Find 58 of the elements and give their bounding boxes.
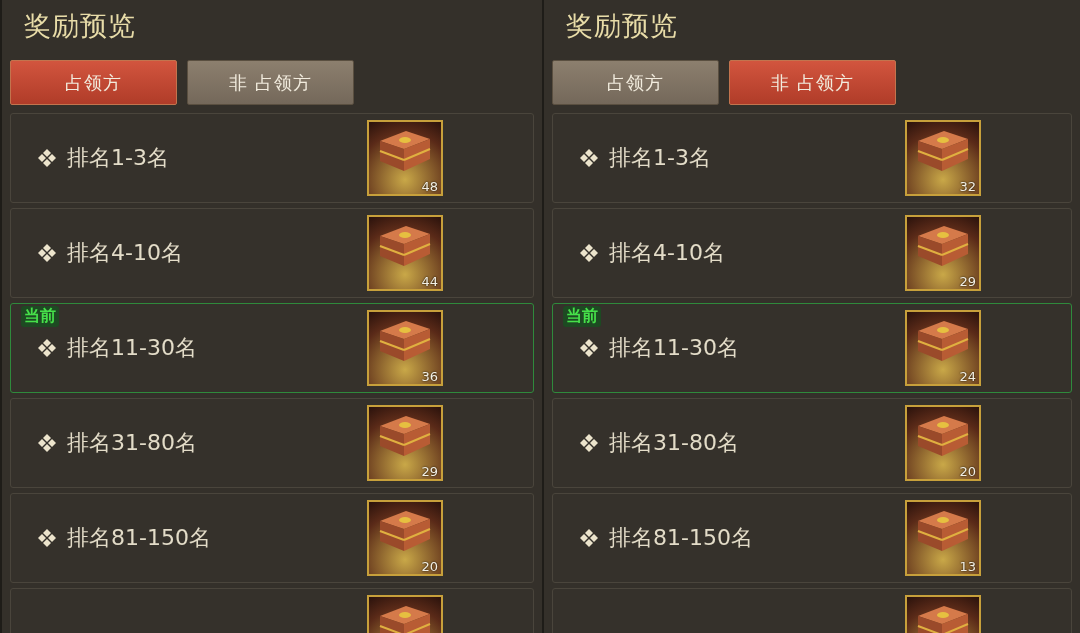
bullet-icon	[579, 338, 599, 358]
reward-item-slot[interactable]: 29	[367, 405, 443, 481]
rank-label: 排名11-30名	[609, 334, 739, 362]
rank-label: 排名11-30名	[67, 334, 197, 362]
rank-label: 排名1-3名	[67, 144, 169, 172]
rank-label: 排名81-150名	[67, 524, 211, 552]
current-badge: 当前	[21, 306, 59, 327]
item-count: 20	[959, 464, 976, 479]
chest-icon	[917, 130, 969, 172]
chest-icon	[379, 130, 431, 172]
item-count: 36	[421, 369, 438, 384]
item-count: 32	[959, 179, 976, 194]
panel-title: 奖励预览	[565, 9, 679, 43]
item-count: 44	[421, 274, 438, 289]
current-badge: 当前	[563, 306, 601, 327]
reward-item-slot[interactable]: 24	[905, 310, 981, 386]
chest-icon	[917, 415, 969, 457]
rank-label: 排名4-10名	[609, 239, 725, 267]
item-count: 13	[959, 559, 976, 574]
reward-item-slot[interactable]: 36	[367, 310, 443, 386]
reward-item-slot[interactable]: 48	[367, 120, 443, 196]
bullet-icon	[579, 528, 599, 548]
rank-label: 排名31-80名	[67, 429, 197, 457]
rank-label: 排名81-150名	[609, 524, 753, 552]
item-count: 20	[421, 559, 438, 574]
rank-label: 排名31-80名	[609, 429, 739, 457]
chest-icon	[379, 225, 431, 267]
bullet-icon	[37, 148, 57, 168]
bullet-icon	[579, 243, 599, 263]
chest-icon	[379, 415, 431, 457]
bullet-icon	[579, 433, 599, 453]
tab[interactable]: 非 占领方	[187, 60, 354, 105]
bullet-icon	[37, 528, 57, 548]
chest-icon	[379, 320, 431, 362]
rank-label: 排名4-10名	[67, 239, 183, 267]
panel-title: 奖励预览	[23, 9, 137, 43]
item-count: 48	[421, 179, 438, 194]
item-count: 29	[959, 274, 976, 289]
tab[interactable]: 占领方	[10, 60, 177, 105]
reward-item-slot[interactable]: 44	[367, 215, 443, 291]
chest-icon	[917, 320, 969, 362]
tab[interactable]: 占领方	[552, 60, 719, 105]
tab[interactable]: 非 占领方	[729, 60, 896, 105]
chest-icon	[917, 510, 969, 552]
chest-icon	[379, 510, 431, 552]
reward-item-slot[interactable]: 20	[905, 405, 981, 481]
item-count: 24	[959, 369, 976, 384]
rank-label: 排名1-3名	[609, 144, 711, 172]
chest-icon	[917, 225, 969, 267]
reward-item-slot[interactable]: 29	[905, 215, 981, 291]
bullet-icon	[37, 243, 57, 263]
bullet-icon	[37, 338, 57, 358]
reward-item-slot[interactable]: 20	[367, 500, 443, 576]
reward-item-slot[interactable]: 32	[905, 120, 981, 196]
item-count: 29	[421, 464, 438, 479]
reward-item-slot[interactable]: 13	[905, 500, 981, 576]
bullet-icon	[37, 433, 57, 453]
bullet-icon	[579, 148, 599, 168]
